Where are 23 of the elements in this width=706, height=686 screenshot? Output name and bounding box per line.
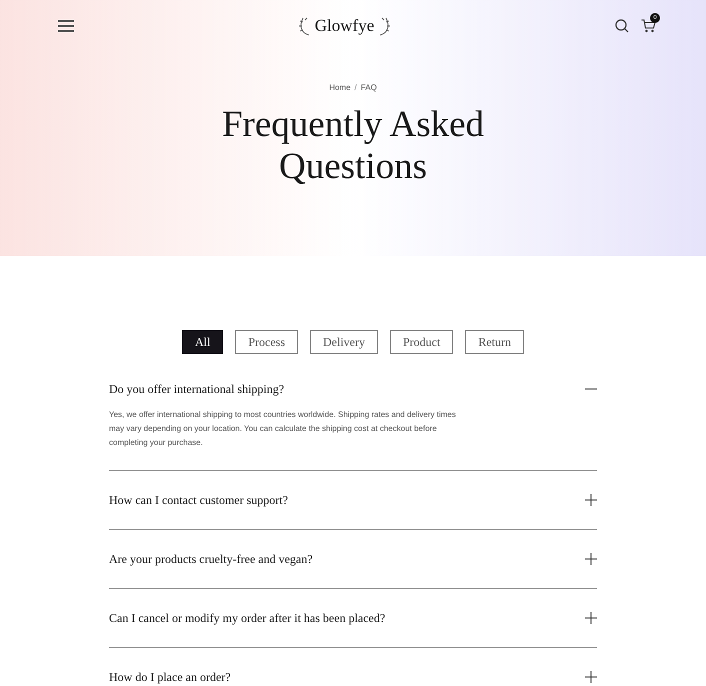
menu-icon[interactable] <box>58 20 74 32</box>
filter-tab[interactable]: Return <box>465 330 524 354</box>
filter-tab[interactable]: Process <box>235 330 298 354</box>
faq-question[interactable]: Do you offer international shipping? <box>109 380 597 398</box>
filter-tab[interactable]: Delivery <box>310 330 378 354</box>
cart-icon[interactable] <box>640 19 656 33</box>
faq-question[interactable]: How do I place an order? <box>109 668 597 686</box>
faq-answer: Yes, we offer international shipping to most countries worldwide. Shipping rates and delivery times may vary depending on your location. You can calculate the shipping cost at checkout before completing your purchase. <box>109 409 457 449</box>
breadcrumb-link[interactable]: Home <box>329 82 351 94</box>
expand-icon <box>585 494 597 506</box>
faq-question[interactable]: Are your products cruelty-free and vegan? <box>109 550 597 568</box>
faq-question[interactable]: How can I contact customer support? <box>109 491 597 509</box>
search-icon[interactable] <box>614 19 629 33</box>
filter-tab[interactable]: All <box>182 330 224 354</box>
expand-icon <box>585 612 597 624</box>
breadcrumb-separator: / <box>354 82 357 94</box>
logo[interactable]: Glowfye <box>296 13 392 39</box>
expand-icon <box>585 553 597 565</box>
page-title: Frequently Asked Questions <box>220 104 486 188</box>
breadcrumb-link[interactable]: FAQ <box>360 82 377 94</box>
expand-icon <box>585 671 597 683</box>
faq-question[interactable]: Can I cancel or modify my order after it has been placed? <box>109 609 597 627</box>
filter-tab[interactable]: Product <box>390 330 454 354</box>
